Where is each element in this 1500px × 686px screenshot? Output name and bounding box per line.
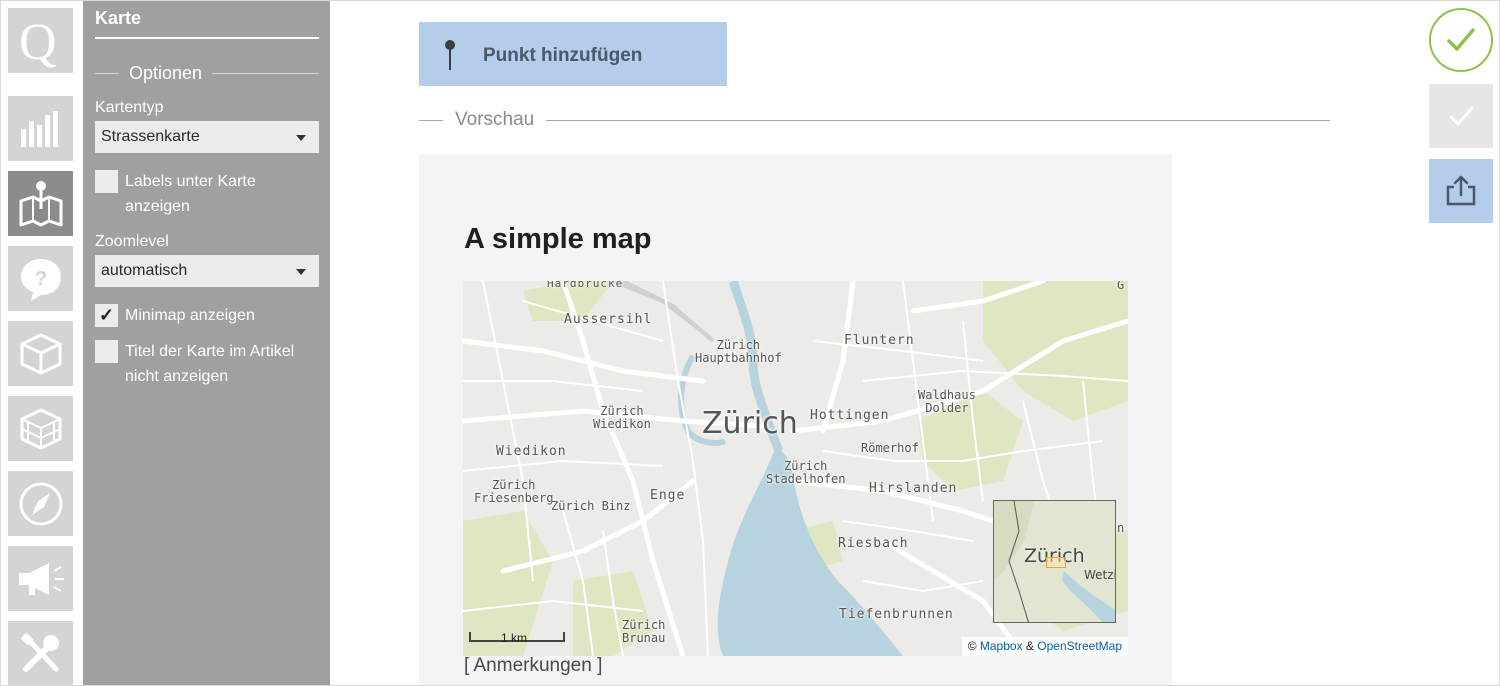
place-label: Tiefenbrunnen	[839, 607, 954, 622]
place-label: Zürich Binz	[551, 499, 631, 513]
place-label: Zürich Hauptbahnhof	[695, 338, 782, 365]
add-point-button[interactable]: Punkt hinzufügen	[419, 22, 727, 86]
zoom-select[interactable]: automatisch	[95, 255, 319, 287]
zoom-value: automatisch	[101, 262, 188, 279]
compass-icon	[19, 482, 62, 525]
place-label: Zürich Wiedikon	[593, 404, 651, 431]
place-label: Riesbach	[838, 536, 909, 551]
map-type-value: Strassenkarte	[101, 128, 200, 145]
app-frame: Q ? Karte Optionen Kartentyp Strassenkar…	[0, 0, 1500, 686]
labels-below-map-checkbox[interactable]	[95, 170, 118, 193]
tools-tool-button[interactable]	[8, 621, 73, 685]
chevron-down-icon	[296, 269, 306, 275]
tools-icon	[20, 632, 59, 672]
preview-heading: Vorschau	[419, 109, 1330, 131]
place-label: Hirslanden	[869, 481, 958, 496]
place-label: Hardbrücke	[547, 281, 624, 290]
place-label: Aussersihl	[564, 312, 653, 327]
place-label: Waldhaus Dolder	[918, 388, 976, 415]
question-icon: ?	[20, 258, 61, 301]
map-tool-button[interactable]	[8, 171, 73, 236]
place-label: G	[1117, 281, 1125, 292]
check-icon	[1449, 106, 1474, 126]
tool-rail: Q ?	[1, 1, 83, 685]
cube-grid-tool-button[interactable]	[8, 396, 73, 461]
labels-below-map-option[interactable]: Labels unter Karte anzeigen	[95, 169, 319, 219]
mapbox-link[interactable]: Mapbox	[980, 639, 1023, 653]
hide-title-option[interactable]: Titel der Karte im Artikel nicht anzeige…	[95, 339, 319, 389]
svg-text:?: ?	[34, 268, 46, 290]
panel-title: Karte	[95, 8, 142, 28]
minimap: Zürich Wetzi	[993, 500, 1116, 623]
place-label-city: Zürich	[702, 406, 798, 441]
map-type-label: Kartentyp	[95, 99, 164, 116]
svg-text:Q: Q	[19, 14, 57, 69]
labels-below-map-label: Labels unter Karte anzeigen	[125, 173, 256, 215]
cube-grid-icon	[20, 408, 61, 449]
hide-title-label: Titel der Karte im Artikel nicht anzeige…	[125, 343, 295, 385]
chart-tool-button[interactable]	[8, 96, 73, 161]
zoom-label: Zoomlevel	[95, 233, 169, 250]
map-title: A simple map	[464, 223, 652, 255]
panel-title-divider	[95, 37, 319, 39]
place-label: Zürich Brunau	[622, 618, 666, 645]
megaphone-tool-button[interactable]	[8, 546, 73, 611]
map-type-select[interactable]: Strassenkarte	[95, 121, 319, 153]
preview-heading-rule	[419, 119, 443, 121]
place-label: Zürich Friesenberg	[474, 478, 554, 505]
confirm-button[interactable]	[1429, 84, 1493, 148]
save-button[interactable]	[1429, 8, 1493, 72]
chevron-down-icon	[296, 135, 306, 141]
minimap-label: Minimap anzeigen	[125, 307, 255, 324]
map-notes: [ Anmerkungen ]	[464, 655, 603, 676]
map-icon	[19, 180, 62, 226]
box-icon	[20, 333, 61, 374]
place-label: Wiedikon	[496, 444, 567, 459]
osm-link[interactable]: OpenStreetMap	[1037, 639, 1122, 653]
preview-heading-text: Vorschau	[455, 109, 535, 130]
hide-title-checkbox[interactable]	[95, 340, 118, 363]
question-tool-button[interactable]: ?	[8, 246, 73, 311]
options-panel: Karte Optionen Kartentyp Strassenkarte L…	[83, 1, 330, 685]
q-logo-icon: Q	[19, 14, 57, 69]
box-tool-button[interactable]	[8, 321, 73, 386]
options-heading-rule	[95, 73, 119, 74]
options-heading: Optionen	[95, 63, 319, 84]
compass-tool-button[interactable]	[8, 471, 73, 536]
minimap-option[interactable]: ✓ Minimap anzeigen	[95, 303, 319, 328]
minimap-side-label: Wetzi	[1084, 568, 1116, 582]
bar-chart-icon	[20, 110, 58, 147]
checkmark-circle-icon	[1447, 28, 1475, 51]
attribution-prefix: ©	[967, 639, 977, 653]
pin-icon	[445, 40, 455, 70]
place-label: Zürich Stadelhofen	[766, 459, 846, 486]
share-button[interactable]	[1429, 159, 1493, 223]
options-heading-text: Optionen	[129, 63, 203, 83]
place-label: Fluntern	[844, 333, 915, 348]
megaphone-icon	[18, 562, 64, 595]
scale-label: 1 km	[501, 631, 528, 645]
options-heading-rule	[212, 73, 319, 74]
map-attribution: © Mapbox & OpenStreetMap	[961, 637, 1128, 656]
preview-card: A simple map Hardbrücke Aussersihl Züric…	[419, 154, 1172, 685]
preview-heading-rule	[546, 119, 1330, 121]
q-logo-button[interactable]: Q	[8, 8, 73, 73]
place-label: Hottingen	[810, 408, 890, 423]
add-point-label: Punkt hinzufügen	[483, 45, 643, 66]
place-label: n	[1117, 521, 1125, 535]
map-view[interactable]: Hardbrücke Aussersihl Zürich Hauptbahnho…	[463, 281, 1128, 656]
place-label: Römerhof	[861, 441, 919, 455]
share-icon	[1446, 175, 1476, 206]
place-label: Enge	[650, 488, 686, 503]
attribution-and: &	[1025, 639, 1034, 653]
main-content: Punkt hinzufügen Vorschau A simple map H…	[330, 1, 1420, 685]
minimap-extent	[1046, 557, 1066, 568]
minimap-checkbox[interactable]: ✓	[95, 304, 118, 327]
